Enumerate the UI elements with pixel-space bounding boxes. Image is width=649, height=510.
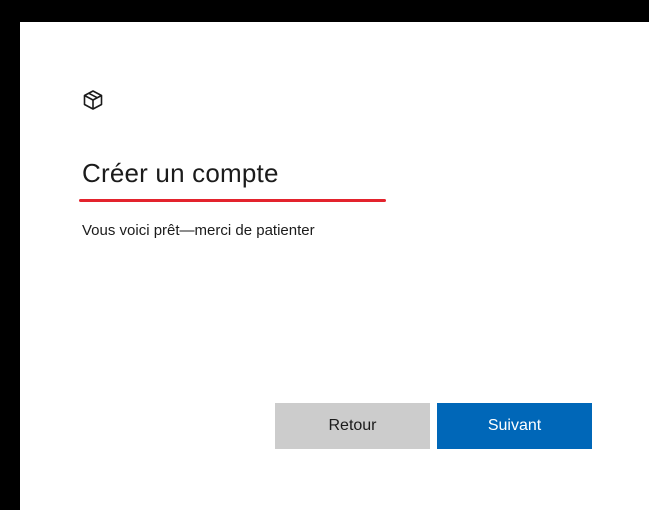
next-button[interactable]: Suivant: [437, 403, 592, 449]
page-title: Créer un compte: [82, 158, 279, 188]
window-frame: Créer un compte Vous voici prêt—merci de…: [0, 0, 649, 510]
status-message: Vous voici prêt—merci de patienter: [82, 222, 315, 239]
package-box-icon: [82, 89, 104, 111]
back-button[interactable]: Retour: [275, 403, 430, 449]
setup-dialog: Créer un compte Vous voici prêt—merci de…: [20, 22, 649, 510]
title-underline: [79, 199, 386, 202]
